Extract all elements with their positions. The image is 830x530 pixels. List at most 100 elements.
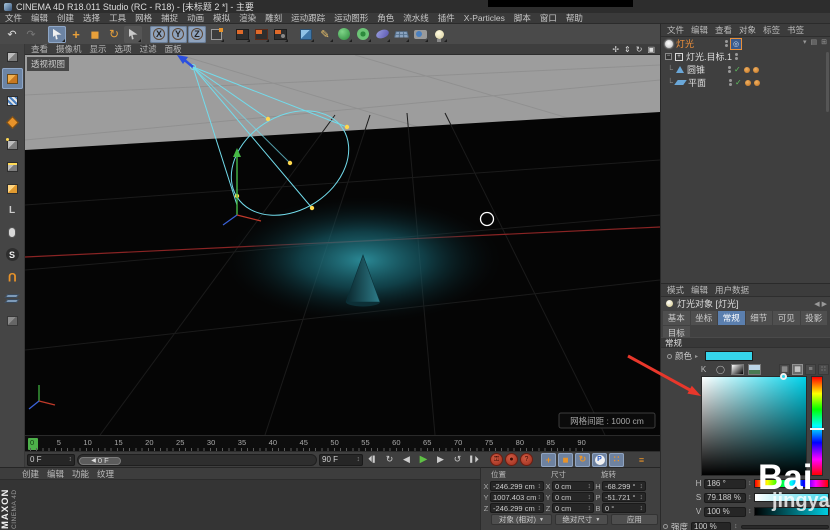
menu-item[interactable]: 选择	[83, 13, 100, 23]
viewport-menu-item[interactable]: 摄像机	[56, 43, 82, 55]
tab-basic[interactable]: 基本	[663, 311, 690, 325]
snap-button[interactable]: U	[2, 266, 23, 287]
play-button[interactable]: ▶	[416, 453, 431, 467]
history-forward-icon[interactable]: ▶	[822, 301, 827, 308]
size-x-field[interactable]: 0 cm ↕	[552, 481, 594, 491]
menu-item[interactable]: X-Particles	[464, 13, 505, 23]
collapse-icon[interactable]: −	[665, 53, 672, 60]
om-scrollbar[interactable]	[826, 52, 829, 112]
hex-toggle-button[interactable]: ≡	[805, 363, 816, 375]
hue-marker[interactable]	[810, 427, 824, 430]
menu-item[interactable]: 动画	[187, 13, 204, 23]
menu-item[interactable]: 流水线	[403, 13, 429, 23]
pos-y-field[interactable]: 1007.403 cm ↕	[490, 492, 544, 502]
object-label[interactable]: 圆锥	[687, 63, 725, 76]
zoom-view-icon[interactable]: ⇕	[624, 45, 631, 54]
floor-button[interactable]	[392, 26, 410, 43]
coord-size-dropdown[interactable]: 绝对尺寸 ▼	[554, 514, 608, 525]
menu-item[interactable]: 工具	[109, 13, 126, 23]
om-menu-item[interactable]: 查看	[715, 24, 732, 36]
goto-end-button[interactable]: ▌ ⏵	[467, 453, 482, 467]
viewport-menu-item[interactable]: 过滤	[140, 43, 157, 55]
environment-button[interactable]	[373, 26, 391, 43]
object-label[interactable]: 平面	[688, 76, 726, 89]
visibility-dots[interactable]	[725, 40, 728, 47]
menu-item[interactable]: 窗口	[540, 13, 557, 23]
tab-details[interactable]: 细节	[745, 311, 772, 325]
phong-tag-icon[interactable]	[743, 66, 750, 73]
om-menu-item[interactable]: 标签	[763, 24, 780, 36]
record-scale-toggle[interactable]: ◼	[558, 452, 573, 467]
mixer-toggle-button[interactable]: ∷	[818, 363, 829, 375]
material-manager[interactable]: 创建 编辑 功能 纹理	[0, 467, 480, 530]
material-menu-item[interactable]: 编辑	[47, 468, 64, 480]
end-frame-field[interactable]: 90 F ↕	[319, 453, 363, 466]
record-pla-toggle[interactable]: ∷	[609, 452, 624, 467]
next-key-button[interactable]: ↺	[450, 453, 465, 467]
om-filter-icon[interactable]: ▾	[803, 38, 807, 46]
axis-z-lock[interactable]: Z	[188, 25, 206, 43]
record-keyframe-button[interactable]: ⚿	[490, 453, 503, 466]
coordinate-system-toggle[interactable]	[207, 26, 225, 43]
saturation-gradient-slider[interactable]	[753, 493, 829, 502]
viewport-menu-item[interactable]: 选项	[115, 43, 132, 55]
previous-frame-button[interactable]: ◀	[399, 453, 414, 467]
sv-marker[interactable]	[780, 373, 788, 380]
render-settings-button[interactable]	[271, 26, 289, 43]
workplane-lock-button[interactable]	[2, 310, 23, 331]
menu-item[interactable]: 运动跟踪	[291, 13, 325, 23]
hue-strip[interactable]	[810, 376, 824, 476]
menu-item[interactable]: 渲染	[239, 13, 256, 23]
viewport[interactable]: 查看 摄像机 显示 选项 过滤 面板 ✢ ⇕ ↻ ▣ 透视视图 网格间距: 1…	[25, 44, 660, 435]
record-position-toggle[interactable]: +	[541, 452, 556, 467]
texture-mode-button[interactable]	[2, 90, 23, 111]
polygons-mode-button[interactable]	[2, 178, 23, 199]
menu-item[interactable]: 创建	[57, 13, 74, 23]
material-menu-item[interactable]: 功能	[72, 468, 89, 480]
camera-button[interactable]	[411, 26, 429, 43]
visibility-dots[interactable]	[735, 53, 739, 60]
axis-x-lock[interactable]: X	[150, 25, 168, 43]
visibility-dots[interactable]	[729, 79, 732, 86]
phong-tag-icon[interactable]	[744, 79, 751, 86]
next-frame-button[interactable]: ▶	[433, 453, 448, 467]
menu-item[interactable]: 编辑	[31, 13, 48, 23]
compact-toggle-button[interactable]: ▦	[792, 363, 803, 375]
object-row-cone[interactable]: └ 圆锥 ✓	[661, 63, 830, 76]
spline-pen-button[interactable]: ✎	[316, 26, 334, 43]
autokey-button[interactable]: ●	[505, 453, 518, 466]
am-menu-item[interactable]: 模式	[667, 284, 684, 296]
timeline-ruler[interactable]: 0 5 10 15 20 25 30 35 40 45 50 55 60 65 70 75 80 85 90	[25, 435, 660, 451]
view-label[interactable]: 透视视图	[27, 57, 70, 71]
render-view-button[interactable]	[233, 26, 251, 43]
record-parameter-toggle[interactable]: P	[592, 452, 607, 467]
v-value-field[interactable]: 100 %	[704, 506, 746, 517]
am-menu-item[interactable]: 用户数据	[715, 284, 749, 296]
intensity-slider[interactable]	[740, 524, 829, 529]
pan-view-icon[interactable]: ✢	[612, 45, 619, 54]
menu-item[interactable]: 雕刻	[265, 13, 282, 23]
menu-item[interactable]: 网格	[135, 13, 152, 23]
last-used-tool[interactable]	[124, 25, 142, 43]
size-y-field[interactable]: 0 cm ↕	[552, 492, 594, 502]
menu-item[interactable]: 运动图形	[334, 13, 368, 23]
record-rotation-toggle[interactable]: ↻	[575, 452, 590, 467]
coord-mode-dropdown[interactable]: 对象 (相对) ▼	[491, 514, 552, 525]
previous-key-button[interactable]: ↻	[382, 453, 397, 467]
rotate-view-icon[interactable]: ↻	[636, 45, 643, 54]
keyframe-dot-icon[interactable]	[667, 353, 672, 359]
render-picture-viewer-button[interactable]	[252, 26, 270, 43]
tab-general[interactable]: 常规	[718, 311, 745, 325]
texture-tag-icon[interactable]	[753, 79, 760, 86]
enabled-check-icon[interactable]: ✓	[734, 65, 741, 74]
spectrum-mode-icon[interactable]	[731, 363, 744, 375]
scene-canvas[interactable]: 网格间距 : 1000 cm	[25, 55, 660, 435]
tab-visibility[interactable]: 可见	[773, 311, 800, 325]
rot-b-field[interactable]: 0 ° ↕	[602, 503, 646, 513]
menu-item[interactable]: 捕捉	[161, 13, 178, 23]
keyframe-dot-icon[interactable]	[663, 524, 668, 529]
h-value-field[interactable]: 186 °	[704, 478, 746, 489]
points-mode-button[interactable]	[2, 134, 23, 155]
axis-mode-button[interactable]: L	[2, 200, 23, 221]
undo-button[interactable]: ↶	[3, 26, 21, 43]
